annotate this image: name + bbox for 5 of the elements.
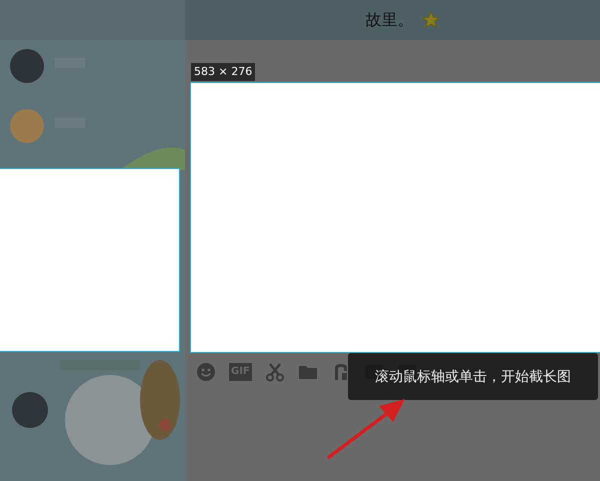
smiley-icon[interactable] <box>196 362 216 382</box>
tooltip: 滚动鼠标轴或单击，开始截长图 <box>348 353 598 400</box>
chat-title: 故里。 <box>366 10 414 30</box>
size-label: 583 × 276 <box>191 63 256 81</box>
scissors-icon[interactable] <box>264 362 285 382</box>
